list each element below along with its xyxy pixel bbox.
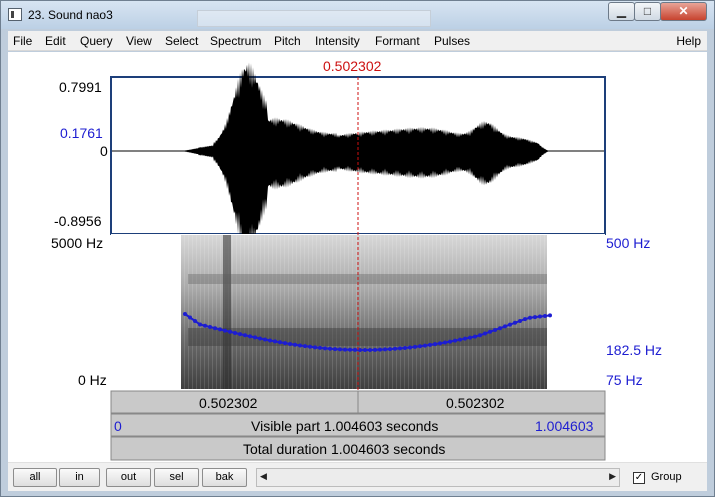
editor-drawing[interactable] (8, 52, 707, 462)
menu-edit[interactable]: Edit (45, 34, 66, 48)
title-blurred-area (197, 10, 431, 27)
menu-pulses[interactable]: Pulses (434, 34, 470, 48)
zoom-in-button[interactable]: in (59, 468, 100, 487)
group-label: Group (651, 471, 682, 483)
zoom-out-button[interactable]: out (106, 468, 151, 487)
spectrogram-bottom-freq: 0 Hz (78, 372, 107, 388)
pitch-bottom-label: 75 Hz (606, 372, 643, 388)
menu-view[interactable]: View (126, 34, 152, 48)
menu-formant[interactable]: Formant (375, 34, 420, 48)
minimize-button[interactable]: ▁ (608, 2, 635, 21)
spectrogram-texture (181, 235, 547, 389)
group-checkbox[interactable]: ✓ (633, 472, 645, 484)
menu-query[interactable]: Query (80, 34, 113, 48)
praat-sound-window: 23. Sound nao3 ▁ □ ✕ File Edit Query Vie… (0, 0, 715, 497)
visible-part-label: Visible part 1.004603 seconds (251, 418, 439, 434)
menu-file[interactable]: File (13, 34, 32, 48)
time-right-value: 0.502302 (446, 395, 505, 411)
window-title: 23. Sound nao3 (28, 8, 113, 22)
menu-pitch[interactable]: Pitch (274, 34, 301, 48)
pitch-top-label: 500 Hz (606, 235, 651, 251)
total-duration-label: Total duration 1.004603 seconds (243, 441, 446, 457)
waveform-max-label: 0.7991 (59, 79, 102, 95)
waveform-marker-label: 0.1761 (60, 125, 103, 141)
maximize-button[interactable]: □ (634, 2, 661, 21)
waveform-min-label: -0.8956 (54, 213, 102, 229)
cursor-time-label: 0.502302 (323, 58, 382, 74)
zoom-back-button[interactable]: bak (202, 468, 247, 487)
menu-select[interactable]: Select (165, 34, 198, 48)
visible-end-label: 1.004603 (535, 418, 594, 434)
visible-start-label: 0 (114, 418, 122, 434)
menu-intensity[interactable]: Intensity (315, 34, 360, 48)
zoom-all-button[interactable]: all (13, 468, 57, 487)
sound-editor-canvas[interactable]: 0.502302 0.7991 0.1761 0 -0.8956 5000 Hz… (8, 52, 707, 462)
spectrogram-onset (223, 235, 231, 389)
menu-spectrum[interactable]: Spectrum (210, 34, 261, 48)
bottom-toolbar: all in out sel bak ◀ ▶ ✓ Group (8, 462, 707, 491)
scroll-right-icon[interactable]: ▶ (609, 471, 616, 482)
title-bar[interactable]: 23. Sound nao3 ▁ □ ✕ (1, 1, 714, 29)
time-left-value: 0.502302 (199, 395, 258, 411)
menu-help[interactable]: Help (676, 34, 701, 48)
window-app-icon (8, 8, 22, 21)
waveform-zero-label: 0 (100, 143, 108, 159)
zoom-sel-button[interactable]: sel (154, 468, 199, 487)
time-scrollbar[interactable]: ◀ ▶ (256, 468, 620, 487)
spectrogram-formant-band-2 (188, 274, 547, 284)
scroll-left-icon[interactable]: ◀ (260, 471, 267, 482)
spectrogram-top-freq: 5000 Hz (51, 235, 104, 251)
menu-bar: File Edit Query View Select Spectrum Pit… (8, 31, 707, 51)
close-button[interactable]: ✕ (660, 2, 707, 21)
pitch-marker-label: 182.5 Hz (606, 342, 663, 358)
